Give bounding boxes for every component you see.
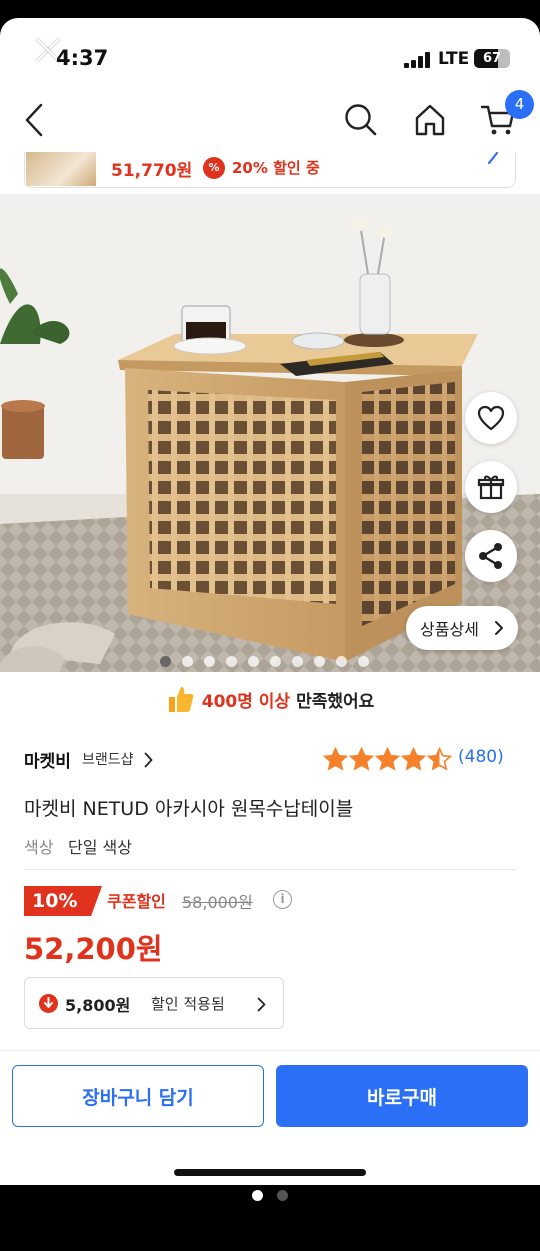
- brand-name[interactable]: 마켓비: [24, 747, 71, 772]
- pager-dot[interactable]: [336, 656, 347, 667]
- satisfaction-banner: 400명 이상 만족했어요: [0, 678, 540, 720]
- thumbs-up-icon: [168, 687, 194, 712]
- home-button[interactable]: [406, 96, 454, 144]
- image-pager: [160, 656, 369, 668]
- sticky-discount: 20% 할인 중: [232, 159, 320, 177]
- pager-dot[interactable]: [204, 656, 215, 667]
- gift-button[interactable]: [465, 461, 517, 513]
- wishlist-button[interactable]: [465, 392, 517, 444]
- chevron-right-icon: [495, 621, 503, 635]
- page-dot[interactable]: [277, 1190, 288, 1201]
- status-bar: 4:37 LTE 67: [0, 18, 540, 96]
- share-icon: [479, 543, 502, 569]
- gift-icon: [477, 475, 505, 500]
- pager-dot[interactable]: [226, 656, 237, 667]
- discount-applied-button[interactable]: 5,800원 할인 적용됨: [24, 977, 284, 1029]
- pager-dot[interactable]: [292, 656, 303, 667]
- pager-dot[interactable]: [270, 656, 281, 667]
- star-icon: [401, 747, 426, 771]
- product-detail-button[interactable]: 상품상세: [406, 606, 518, 650]
- final-price: 52,200원: [24, 932, 163, 966]
- back-button[interactable]: [10, 96, 58, 144]
- sticky-price: 51,770원: [111, 161, 193, 181]
- pencil-icon[interactable]: [483, 150, 503, 170]
- star-icon: [427, 747, 452, 771]
- home-indicator[interactable]: [174, 1169, 366, 1176]
- cart-count-badge: 4: [505, 90, 534, 119]
- chevron-left-icon: [25, 103, 43, 137]
- wooden-storage-table-photo: [0, 194, 540, 672]
- add-to-cart-button[interactable]: 장바구니 담기: [12, 1065, 264, 1127]
- chevron-right-icon: [257, 997, 266, 1012]
- satisfaction-text: 만족했어요: [296, 691, 375, 712]
- coupon-discount-label: 쿠폰할인: [107, 892, 166, 911]
- signal-icon: [404, 52, 430, 68]
- saving-text: 할인 적용됨: [151, 995, 225, 1013]
- satisfaction-count: 400명 이상: [201, 691, 291, 712]
- pager-dot[interactable]: [182, 656, 193, 667]
- star-icon: [349, 747, 374, 771]
- info-icon[interactable]: i: [273, 890, 292, 909]
- option-label: 색상: [24, 838, 54, 857]
- product-detail-label: 상품상세: [420, 620, 479, 639]
- page-dot[interactable]: [252, 1190, 263, 1201]
- search-button[interactable]: [337, 96, 385, 144]
- battery-level: 67: [482, 51, 502, 66]
- pager-dot[interactable]: [160, 656, 171, 667]
- status-time: 4:37: [56, 46, 109, 70]
- top-nav: [0, 96, 540, 152]
- rating-stars[interactable]: [323, 747, 452, 772]
- option-value: 단일 색상: [68, 838, 132, 857]
- chevron-right-icon[interactable]: [144, 752, 153, 768]
- share-button[interactable]: [465, 530, 517, 582]
- star-icon: [375, 747, 400, 771]
- bottom-action-bar: 장바구니 담기 바로구매: [0, 1050, 540, 1185]
- pager-dot[interactable]: [358, 656, 369, 667]
- page-dots: [252, 1190, 288, 1201]
- original-price: 58,000원: [182, 893, 253, 912]
- discount-badge: 10%: [24, 886, 102, 916]
- down-arrow-icon: [39, 994, 58, 1013]
- product-title: 마켓비 NETUD 아카시아 원목수납테이블: [24, 798, 354, 820]
- percent-coupon-icon: %: [203, 157, 225, 179]
- pager-dot[interactable]: [248, 656, 259, 667]
- product-image[interactable]: [0, 194, 540, 672]
- saving-amount: 5,800원: [65, 996, 131, 1015]
- buy-now-button[interactable]: 바로구매: [276, 1065, 528, 1127]
- app-screen: 4:37 LTE 67 4 51,770원 % 20% 할인 중 상품상세 40…: [0, 18, 540, 1185]
- pager-dot[interactable]: [314, 656, 325, 667]
- search-icon: [345, 104, 377, 136]
- sticky-price-bar[interactable]: 51,770원 % 20% 할인 중: [24, 150, 516, 188]
- battery-icon: 67: [474, 49, 510, 68]
- home-icon: [415, 104, 445, 136]
- brand-shop-link[interactable]: 브랜드샵: [82, 749, 134, 769]
- heart-icon: [477, 405, 505, 431]
- review-count[interactable]: (480): [458, 747, 504, 767]
- network-type: LTE: [438, 49, 470, 69]
- star-icon: [323, 747, 348, 771]
- product-thumbnail: [26, 152, 96, 186]
- divider: [24, 869, 516, 870]
